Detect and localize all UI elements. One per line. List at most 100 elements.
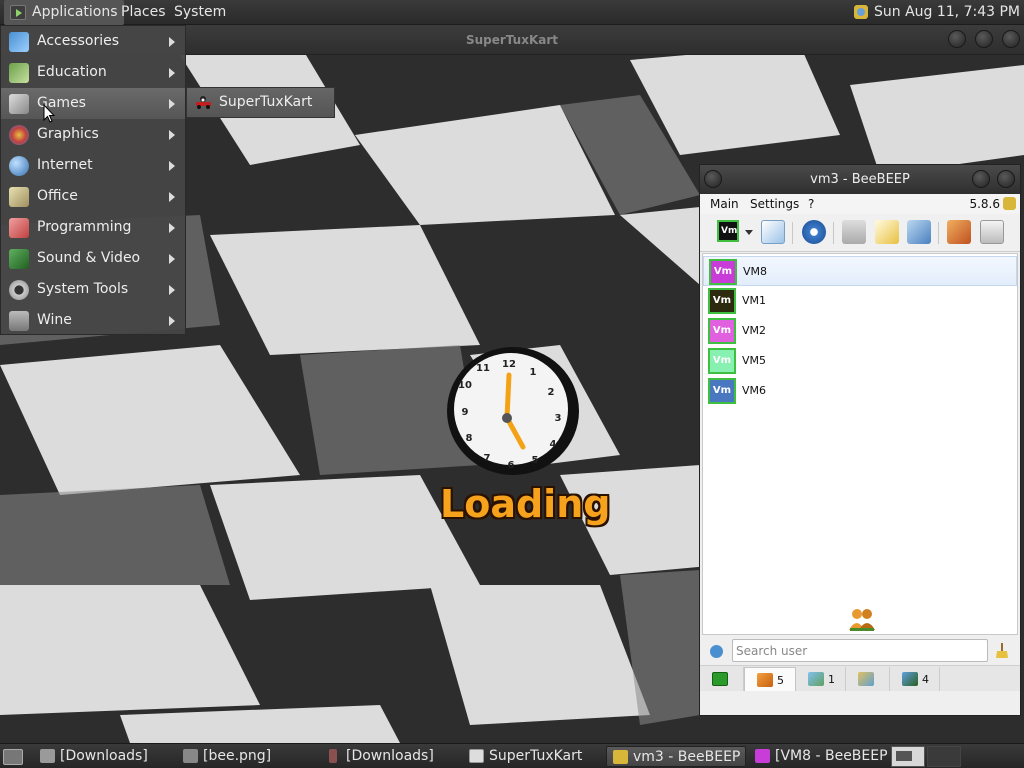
write-message-icon[interactable] — [875, 220, 899, 244]
svg-text:6: 6 — [508, 460, 515, 471]
taskbar-item[interactable]: [Downloads] — [320, 746, 460, 767]
taskbar-item[interactable]: [bee.png] — [177, 746, 317, 767]
taskbar-item[interactable]: SuperTuxKart — [463, 746, 603, 767]
shared-files-icon[interactable] — [947, 220, 971, 244]
user-row[interactable]: Vm VM1 — [703, 286, 1017, 316]
chevron-right-icon — [169, 223, 175, 233]
tab-files[interactable]: 4 — [890, 667, 940, 691]
menu-item-label: Sound & Video — [37, 250, 141, 266]
user-name: VM8 — [743, 265, 768, 278]
programming-icon — [9, 218, 29, 238]
menu-item-label: Internet — [37, 157, 93, 173]
menu-item-label: Programming — [37, 219, 132, 235]
avatar-label: Vm — [712, 295, 732, 306]
chevron-right-icon — [169, 192, 175, 202]
internet-icon — [9, 156, 29, 176]
tools-icon[interactable] — [907, 220, 931, 244]
minimize-button[interactable] — [972, 170, 990, 188]
user-name: VM6 — [742, 384, 767, 397]
chats-icon — [808, 672, 824, 686]
menu-item-accessories[interactable]: Accessories — [1, 26, 185, 57]
taskbar-item-label: [VM8 - BeeBEEP ... — [775, 748, 887, 764]
menu-item-programming[interactable]: Programming — [1, 212, 185, 243]
files-count: 4 — [922, 673, 929, 686]
taskbar-item[interactable]: vm3 - BeeBEEP — [606, 746, 746, 767]
menu-item-label: Graphics — [37, 126, 99, 142]
user-row[interactable]: Vm VM8 — [703, 256, 1017, 286]
user-row[interactable]: Vm VM5 — [703, 346, 1017, 376]
clock-label: Sun Aug 11, 7:43 PM — [874, 4, 1020, 20]
system-menu[interactable]: System — [168, 0, 232, 25]
beebeep-logo-icon — [1003, 197, 1016, 210]
tab-groups[interactable] — [846, 667, 890, 691]
clear-icon[interactable] — [980, 220, 1004, 244]
menu-item-label: Office — [37, 188, 78, 204]
status-avatar-button[interactable]: Vm — [717, 220, 739, 242]
places-menu[interactable]: Places — [115, 0, 172, 25]
clear-search-icon[interactable] — [996, 643, 1008, 659]
maximize-button[interactable] — [975, 30, 993, 48]
beebeep-window: vm3 - BeeBEEP Main Settings ? 5.8.6 Vm V… — [699, 164, 1021, 716]
broadcast-icon[interactable] — [842, 220, 866, 244]
svg-text:3: 3 — [555, 413, 562, 424]
user-name: VM1 — [742, 294, 767, 307]
minimize-button[interactable] — [948, 30, 966, 48]
chevron-down-icon[interactable] — [745, 230, 753, 235]
user-avatar: Vm — [709, 259, 737, 285]
menu-item-supertuxkart[interactable]: SuperTuxKart — [187, 88, 334, 117]
chevron-right-icon — [169, 161, 175, 171]
search-user-input[interactable] — [732, 639, 988, 662]
user-avatar: Vm — [708, 378, 736, 404]
tab-users[interactable]: 5 — [744, 667, 796, 691]
maximize-button[interactable] — [997, 170, 1015, 188]
search-options-icon[interactable] — [710, 645, 723, 658]
chevron-right-icon — [169, 68, 175, 78]
taskbar-item[interactable]: [Downloads] — [34, 746, 174, 767]
image-icon — [183, 749, 198, 763]
menu-item-games[interactable]: Games — [1, 88, 185, 119]
network-connect-icon[interactable] — [802, 220, 826, 244]
toolbar-separator — [938, 222, 939, 244]
avatar-label: Vm — [712, 325, 732, 336]
education-icon — [9, 63, 29, 83]
menu-item-sound-video[interactable]: Sound & Video — [1, 243, 185, 274]
close-button[interactable] — [1002, 30, 1020, 48]
menu-item-system-tools[interactable]: System Tools — [1, 274, 185, 305]
clock[interactable]: Sun Aug 11, 7:43 PM — [852, 0, 1020, 25]
users-icon — [757, 673, 773, 687]
folder-icon — [329, 749, 337, 763]
menu-help[interactable]: ? — [808, 197, 814, 211]
menu-main[interactable]: Main — [710, 197, 739, 211]
user-row[interactable]: Vm VM2 — [703, 316, 1017, 346]
avatar-label: Vm — [712, 355, 732, 366]
menu-settings[interactable]: Settings — [750, 197, 799, 211]
chevron-right-icon — [169, 285, 175, 295]
menu-item-graphics[interactable]: Graphics — [1, 119, 185, 150]
menu-item-label: Education — [37, 64, 107, 80]
beebeep-titlebar[interactable]: vm3 - BeeBEEP — [700, 165, 1020, 194]
tab-network[interactable] — [700, 667, 744, 691]
taskbar-item-label: SuperTuxKart — [489, 748, 583, 764]
menu-item-office[interactable]: Office — [1, 181, 185, 212]
taskbar-item[interactable]: [VM8 - BeeBEEP ... — [749, 746, 887, 767]
beebeep-tray-icon[interactable] — [854, 5, 868, 19]
avatar-label: Vm — [712, 385, 732, 396]
show-desktop-button[interactable] — [3, 749, 23, 765]
applications-menu[interactable]: Applications — [4, 0, 124, 25]
network-icon — [712, 672, 728, 686]
menu-item-education[interactable]: Education — [1, 57, 185, 88]
edit-profile-icon[interactable] — [761, 220, 785, 244]
chats-count: 1 — [828, 673, 835, 686]
user-row[interactable]: Vm VM6 — [703, 376, 1017, 406]
menu-item-wine[interactable]: Wine — [1, 305, 185, 336]
workspace-1[interactable] — [891, 746, 925, 767]
beebeep-icon — [613, 750, 628, 764]
workspace-2[interactable] — [927, 746, 961, 767]
user-list: Vm VM8 Vm VM1 Vm VM2 Vm VM5 Vm VM6 — [702, 253, 1018, 635]
sound-video-icon — [9, 249, 29, 269]
beebeep-toolbar: Vm — [700, 214, 1020, 252]
menu-item-internet[interactable]: Internet — [1, 150, 185, 181]
wine-icon — [9, 311, 29, 331]
tab-chats[interactable]: 1 — [796, 667, 846, 691]
chevron-right-icon — [169, 99, 175, 109]
